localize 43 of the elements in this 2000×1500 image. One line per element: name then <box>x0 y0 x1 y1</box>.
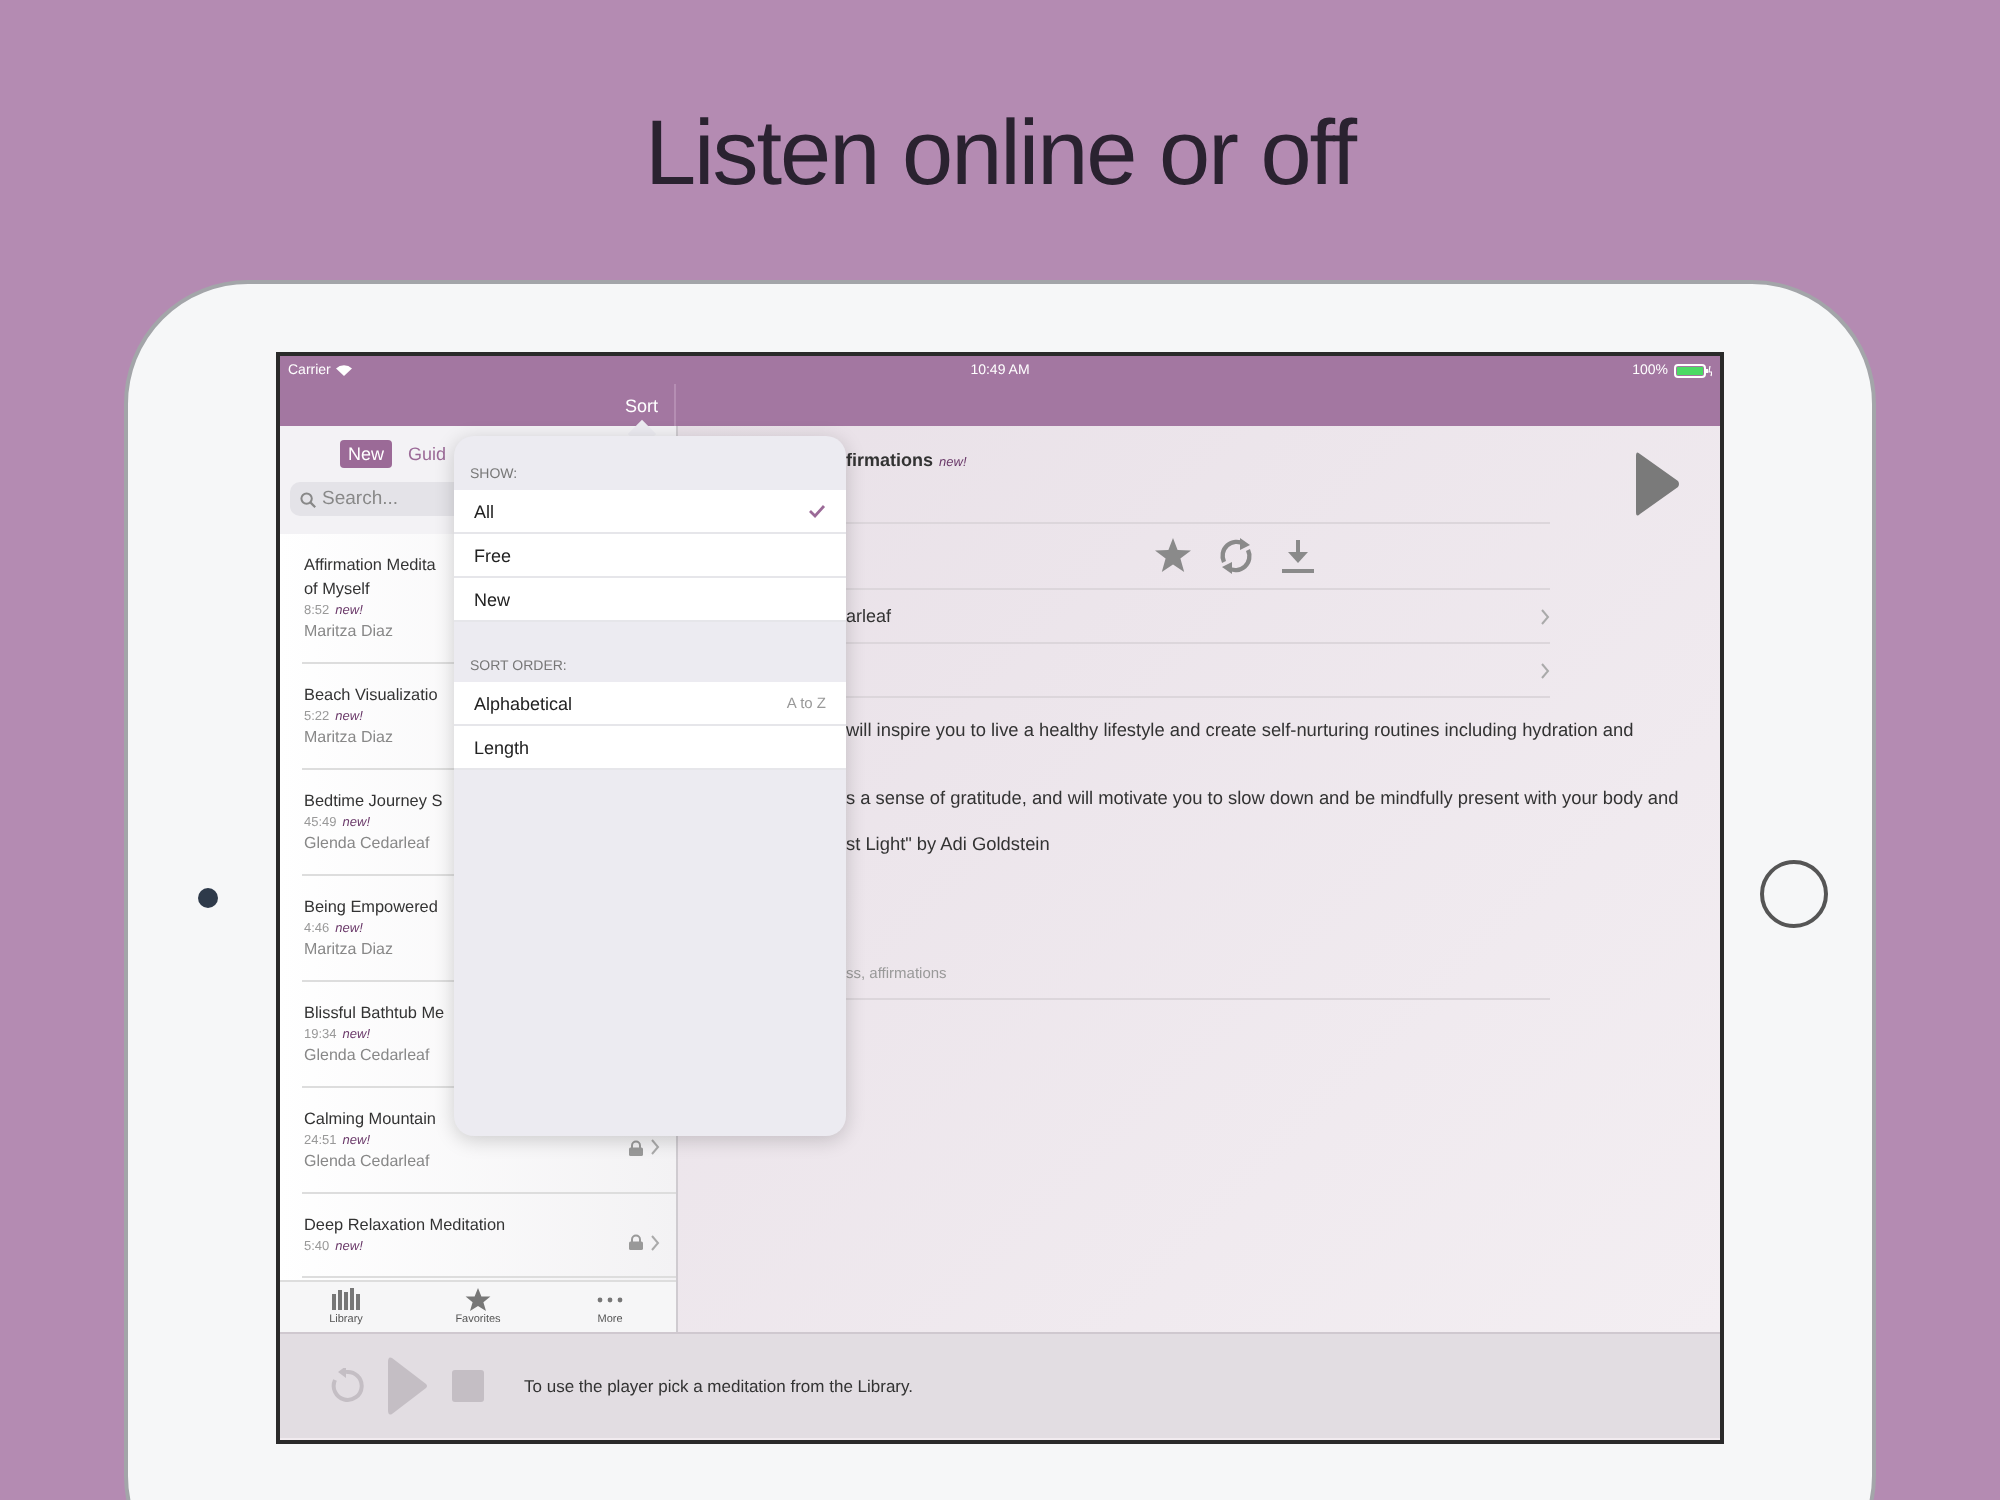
description-text: s a sense of gratitude, and will motivate you to slow down and be mindfully present with your body and <box>846 788 1680 812</box>
detail-title: firmations <box>846 450 934 470</box>
headline: Listen online or off <box>644 100 1356 204</box>
chevron-icon[interactable] <box>1540 607 1550 625</box>
item-title: Beach Visualizatio <box>304 684 438 708</box>
sort-button[interactable]: Sort <box>624 395 658 415</box>
item-title: Bedtime Journey S <box>304 790 443 814</box>
description-text: st Light" by Adi Goldstein <box>846 834 1052 858</box>
item-title: Calming Mountain <box>304 1108 436 1132</box>
download-icon[interactable] <box>1279 538 1315 574</box>
home-button[interactable] <box>1760 860 1828 928</box>
star-icon[interactable] <box>1153 538 1191 574</box>
bar-chart-icon <box>332 1288 360 1312</box>
chevron-icon[interactable] <box>1540 661 1550 679</box>
battery-icon <box>1673 363 1712 377</box>
menu-option[interactable]: Free <box>454 534 846 578</box>
menu-option[interactable]: All <box>454 490 846 534</box>
play-icon[interactable] <box>1636 450 1680 518</box>
player-message: To use the player pick a meditation from the Library. <box>524 1376 913 1396</box>
item-author: Maritza Diaz <box>304 728 393 746</box>
item-title: Affirmation Medita <box>304 554 436 578</box>
menu-option[interactable]: Length <box>454 726 846 770</box>
chevron-icon <box>650 1138 660 1156</box>
chevron-icon <box>650 1233 660 1251</box>
star-icon <box>464 1288 492 1312</box>
item-title: Blissful Bathtub Me <box>304 1002 445 1026</box>
segment-tab[interactable]: New <box>340 440 393 468</box>
menu-option[interactable]: New <box>454 578 846 622</box>
segment-tab[interactable]: Guid <box>400 440 455 468</box>
item-title: Deep Relaxation Meditation <box>304 1214 506 1238</box>
detail-row-label[interactable]: arleaf <box>846 606 892 626</box>
camera-dot <box>198 888 218 908</box>
item-author: Maritza Diaz <box>304 940 393 958</box>
item-author: Glenda Cedarleaf <box>304 1046 430 1064</box>
repeat-icon[interactable] <box>1215 536 1255 576</box>
item-title: of Myself <box>304 578 370 602</box>
wifi-icon <box>336 364 353 376</box>
search-icon <box>300 491 316 507</box>
item-author: Glenda Cedarleaf <box>304 1152 430 1170</box>
item-title: Being Empowered <box>304 896 438 920</box>
item-author: Maritza Diaz <box>304 622 393 640</box>
item-author: Glenda Cedarleaf <box>304 834 430 852</box>
description-text: will inspire you to live a healthy lifestyle and create self-nurturing routines including hydration and <box>846 720 1636 744</box>
